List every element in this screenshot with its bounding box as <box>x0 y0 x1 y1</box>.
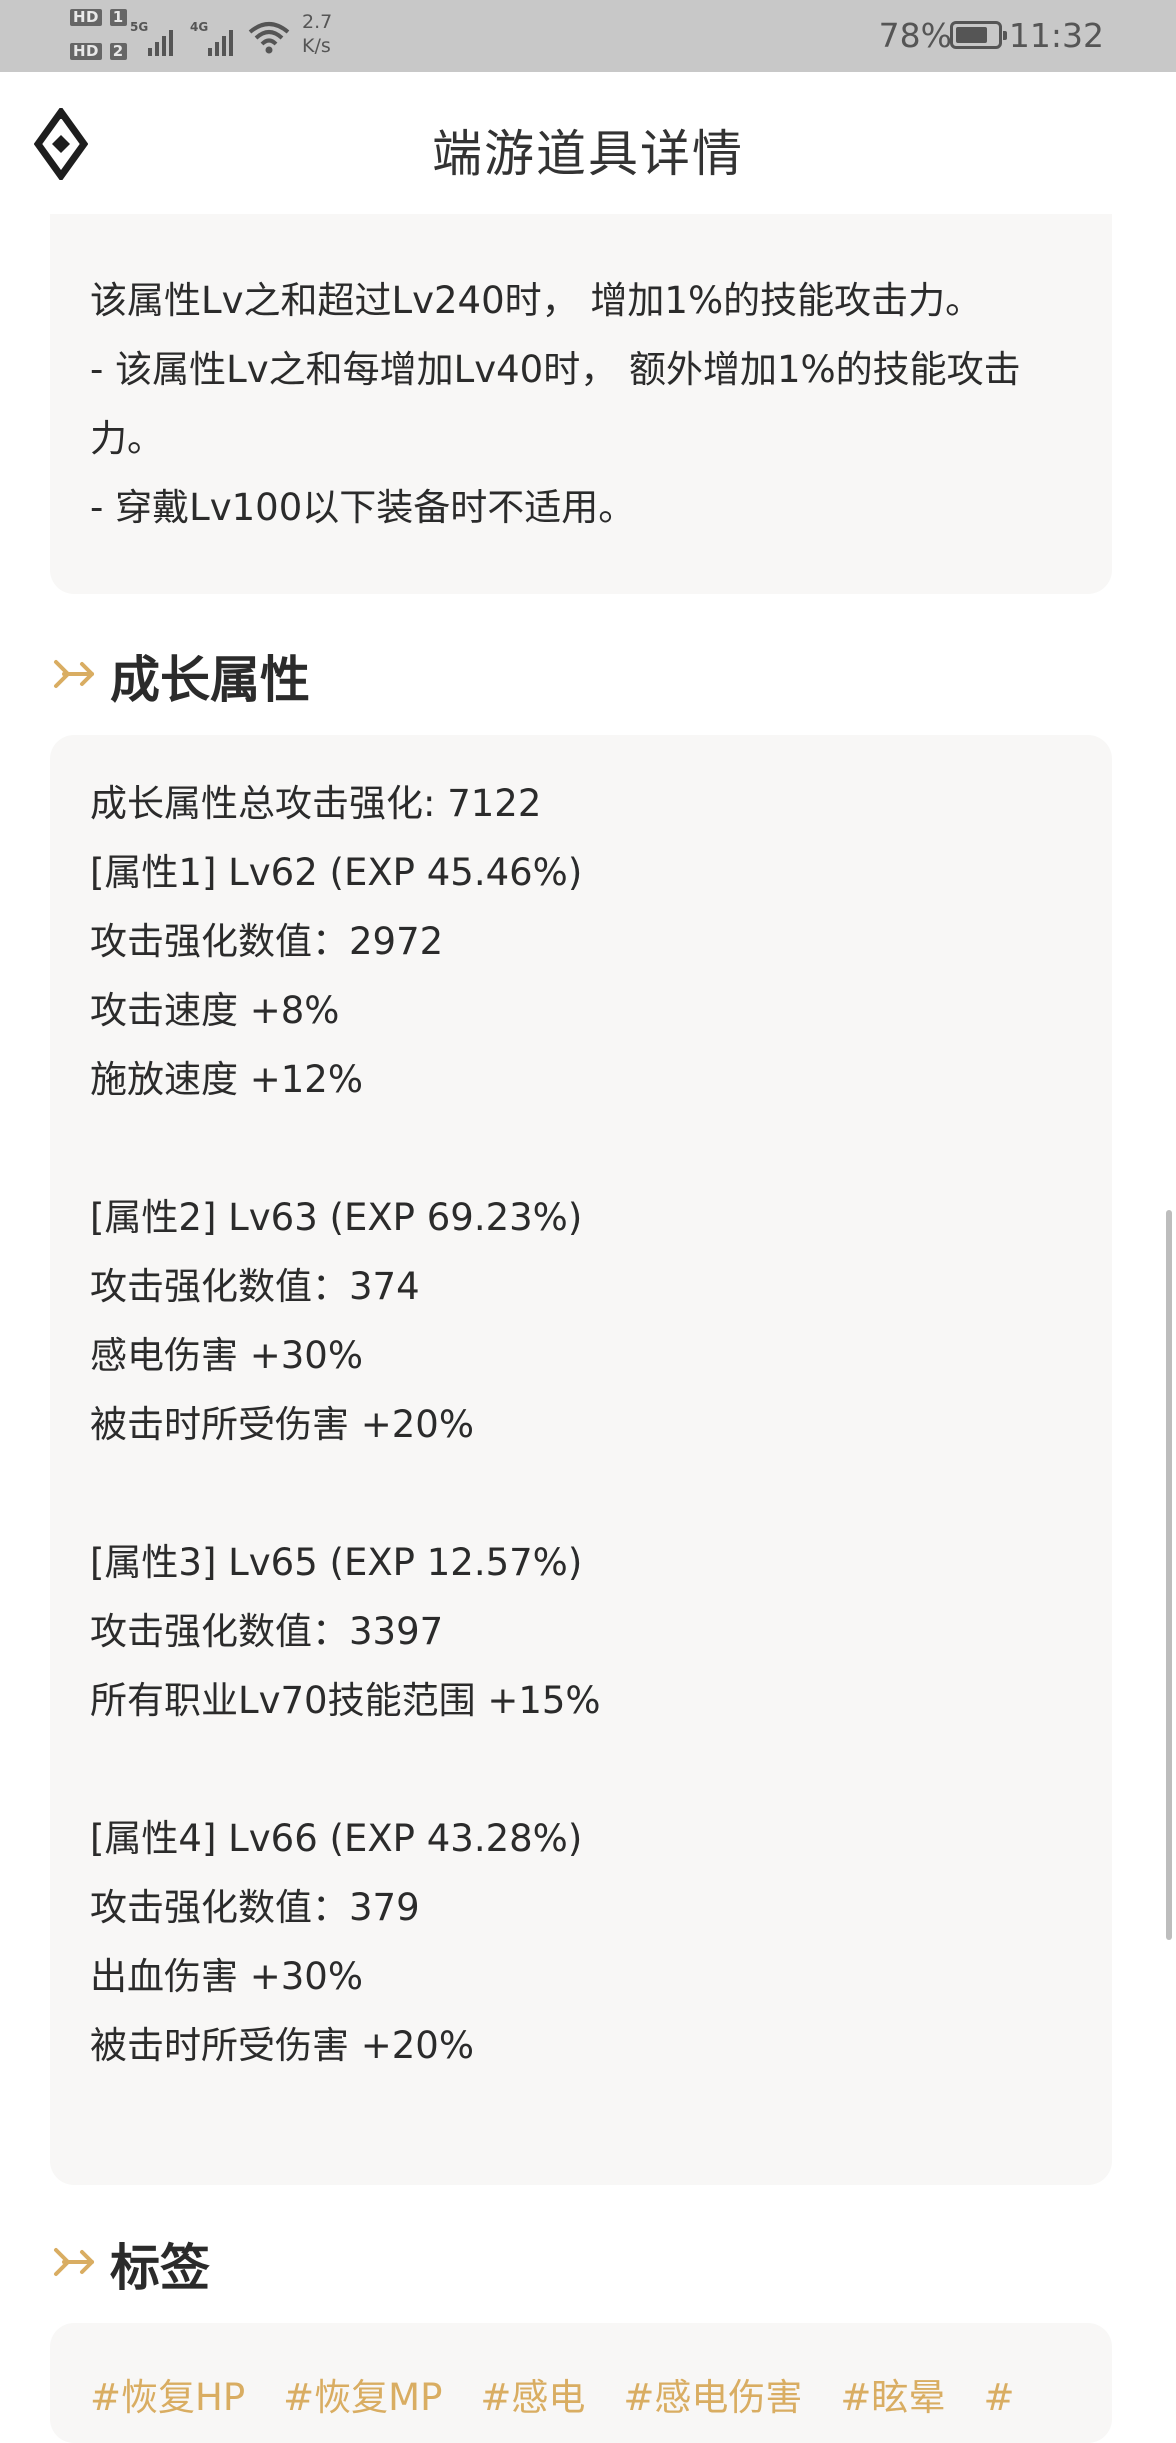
effect-description-text: 该属性Lv之和超过Lv240时， 增加1%的技能攻击力。 - 该属性Lv之和每增… <box>90 279 1021 529</box>
hd2-label: HD <box>70 43 103 60</box>
hd1-indicator: HD 1 <box>70 8 127 26</box>
growth-spacer <box>90 1114 601 1183</box>
network-speed-unit: K/s <box>302 35 331 57</box>
battery-percent: 78% <box>878 16 952 55</box>
growth-attribute-line: 成长属性总攻击强化: 7122 <box>90 782 542 825</box>
growth-attribute-line: [属性3] Lv65 (EXP 12.57%) <box>90 1541 583 1584</box>
growth-attribute-line: 攻击强化数值：379 <box>90 1886 420 1929</box>
tags-card: #恢复HP #恢复MP #感电 #感电伤害 #眩晕 # <box>50 2323 1112 2443</box>
growth-attribute-line: 出血伤害 +30% <box>90 1955 364 1998</box>
hd2-indicator: HD 2 <box>70 42 127 60</box>
tags-section-title: 标签 <box>110 2239 210 2297</box>
tag-chip[interactable]: #感电 <box>480 2367 585 2421</box>
tag-chip[interactable]: #眩晕 <box>840 2367 945 2421</box>
growth-attribute-line: [属性4] Lv66 (EXP 43.28%) <box>90 1817 583 1860</box>
tag-chip[interactable]: # <box>983 2376 1014 2419</box>
signal-4g-icon <box>208 16 242 56</box>
growth-attribute-line: 攻击强化数值：3397 <box>90 1610 444 1653</box>
section-arrow-icon <box>54 2248 94 2276</box>
section-arrow-icon <box>54 660 94 688</box>
wifi-icon <box>248 22 290 54</box>
growth-attribute-line: [属性2] Lv63 (EXP 69.23%) <box>90 1196 583 1239</box>
network-5g-label: 5G <box>130 20 149 34</box>
battery-fill <box>956 27 987 43</box>
clock: 11:32 <box>1008 16 1104 55</box>
tag-chip[interactable]: #恢复MP <box>283 2367 442 2421</box>
hd1-label: HD <box>70 9 103 26</box>
tag-chip[interactable]: #恢复HP <box>90 2367 245 2421</box>
growth-spacer <box>90 1735 601 1804</box>
growth-attribute-line: 攻击强化数值：2972 <box>90 920 444 963</box>
battery-icon <box>950 21 1007 49</box>
app-header: 端游道具详情 <box>0 72 1176 214</box>
growth-spacer <box>90 1459 601 1528</box>
hd1-number: 1 <box>109 9 127 26</box>
status-bar: HD 1 HD 2 5G 4G 2.7 K/s 78% 11:32 <box>0 0 1176 72</box>
growth-attribute-line: 被击时所受伤害 +20% <box>90 1403 475 1446</box>
growth-attribute-line: 施放速度 +12% <box>90 1058 364 1101</box>
effect-description-card: 该属性Lv之和超过Lv240时， 增加1%的技能攻击力。 - 该属性Lv之和每增… <box>50 214 1112 594</box>
growth-attribute-line: [属性1] Lv62 (EXP 45.46%) <box>90 851 583 894</box>
growth-attributes-card: 成长属性总攻击强化: 7122 [属性1] Lv62 (EXP 45.46%) 攻击… <box>50 735 1112 2185</box>
growth-attribute-line: 攻击强化数值：374 <box>90 1265 420 1308</box>
network-speed: 2.7 K/s <box>302 10 332 58</box>
growth-attribute-line: 感电伤害 +30% <box>90 1334 364 1377</box>
growth-attribute-line: 攻击速度 +8% <box>90 989 340 1032</box>
signal-5g-icon <box>148 16 182 56</box>
growth-section-title: 成长属性 <box>110 651 310 709</box>
growth-attribute-line: 被击时所受伤害 +20% <box>90 2024 475 2067</box>
hd2-number: 2 <box>109 43 127 60</box>
network-speed-value: 2.7 <box>302 11 333 33</box>
tags-row: #恢复HP #恢复MP #感电 #感电伤害 #眩晕 # <box>90 2367 1052 2421</box>
page-title: 端游道具详情 <box>432 125 744 183</box>
network-4g-label: 4G <box>190 20 209 34</box>
scrollbar[interactable] <box>1166 1210 1172 1940</box>
growth-attribute-line: 所有职业Lv70技能范围 +15% <box>90 1679 601 1722</box>
growth-attributes-list: 成长属性总攻击强化: 7122 [属性1] Lv62 (EXP 45.46%) 攻击… <box>90 769 601 2080</box>
tag-chip[interactable]: #感电伤害 <box>623 2367 802 2421</box>
